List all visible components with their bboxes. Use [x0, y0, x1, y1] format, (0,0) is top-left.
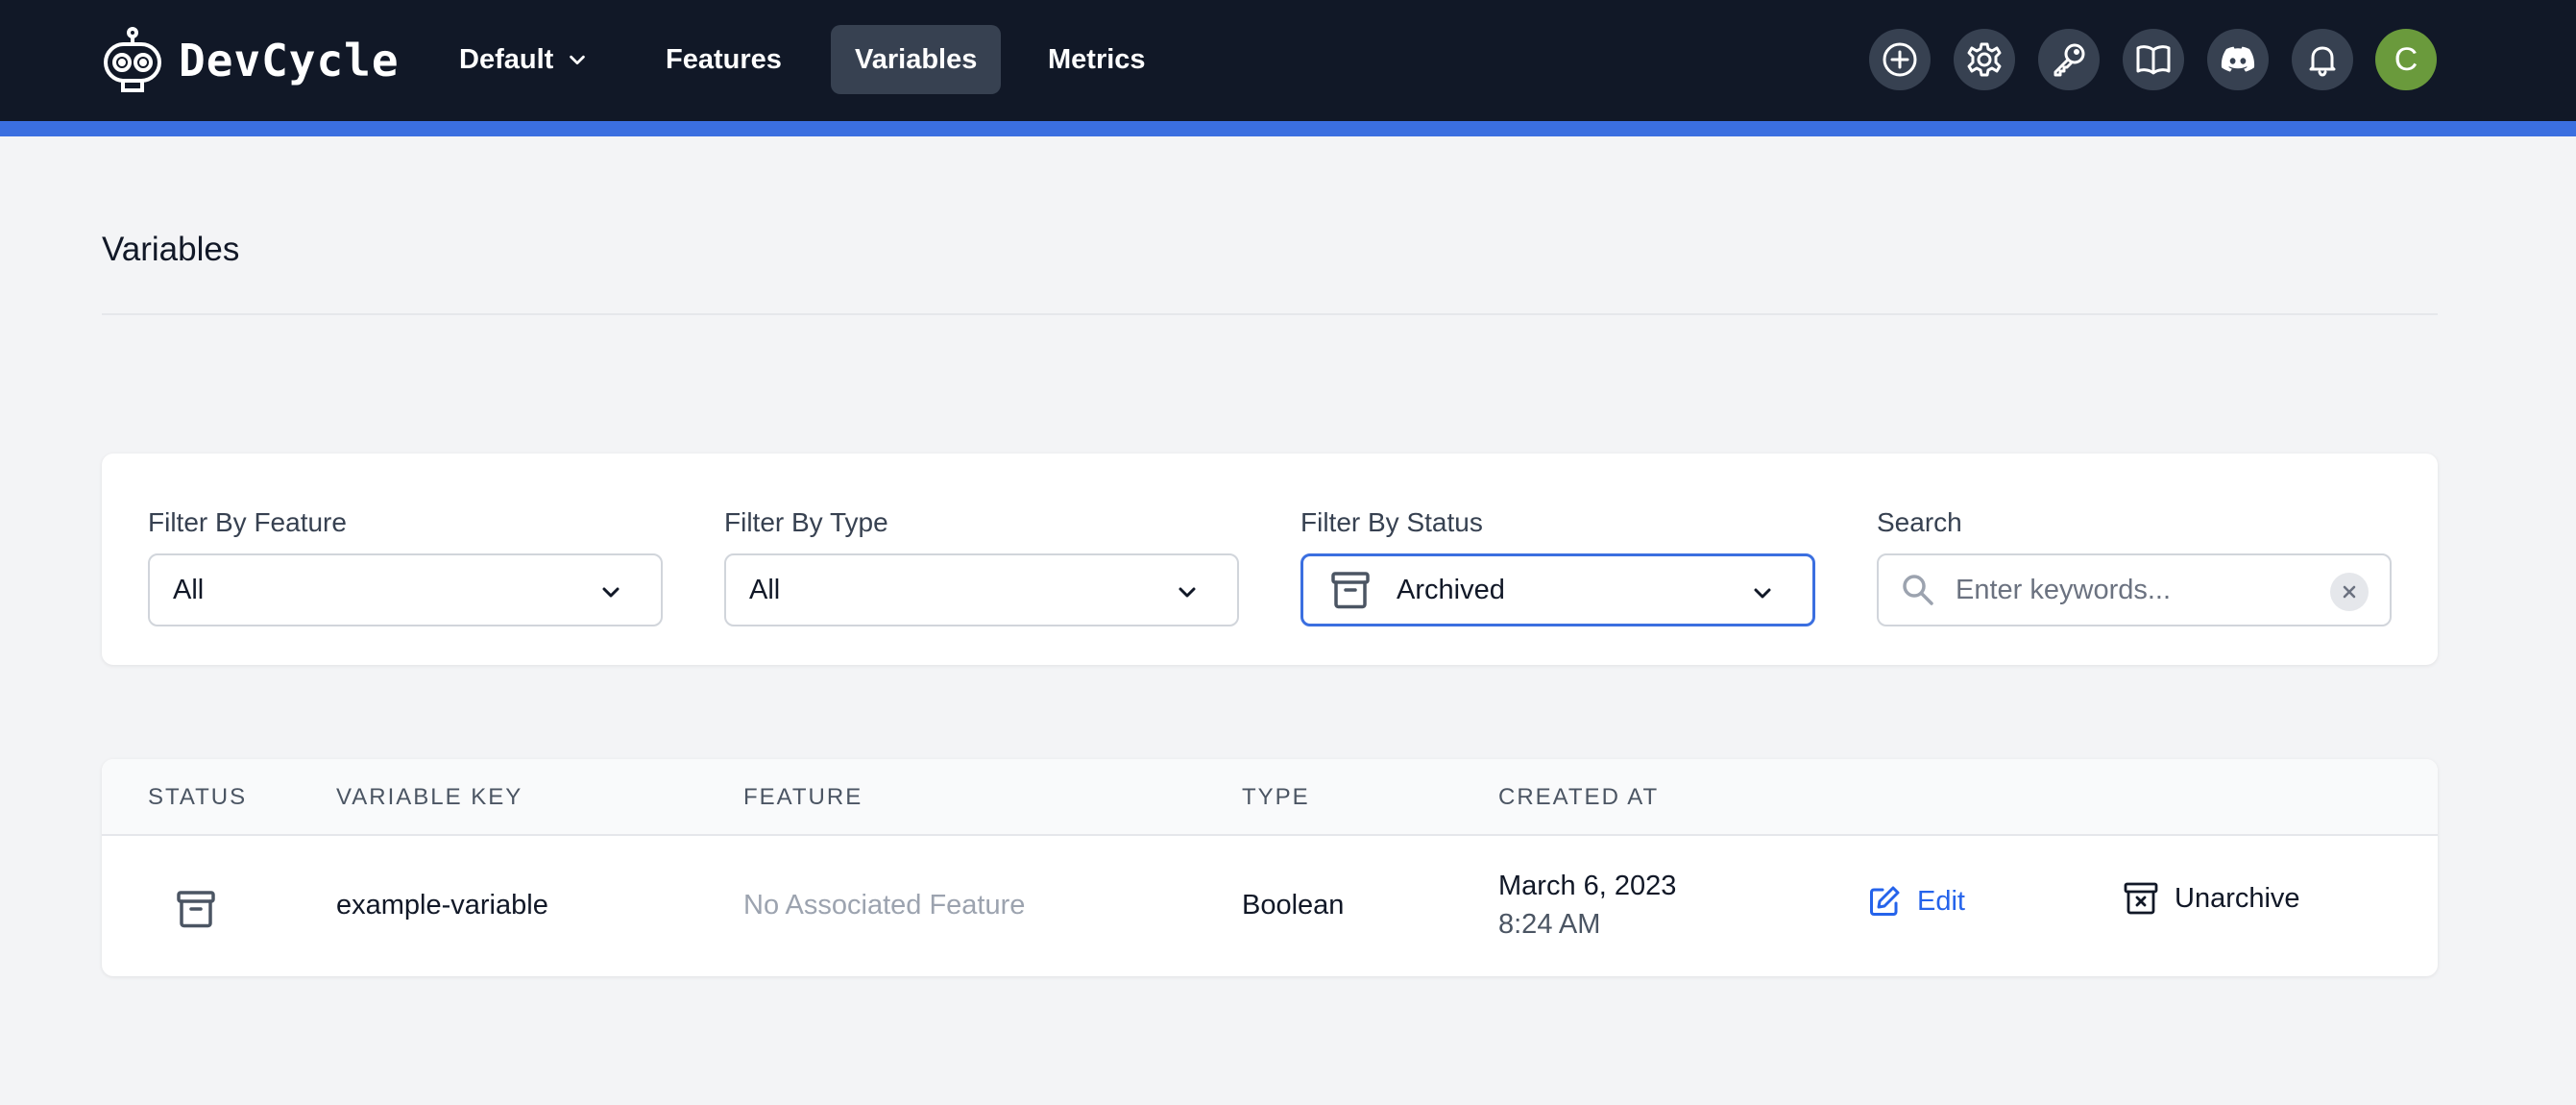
discord-button[interactable]: [2207, 29, 2269, 90]
nav-accent-bar: [0, 121, 2576, 136]
unarchive-button[interactable]: Unarchive: [2123, 880, 2300, 917]
edit-label: Edit: [1917, 885, 1965, 917]
app-name: DevCycle: [179, 35, 400, 86]
search-input[interactable]: [1956, 574, 2321, 606]
table-row: example-variable No Associated Feature B…: [102, 838, 2438, 976]
column-header-created-at: Created At: [1498, 784, 1660, 810]
nav-metrics[interactable]: Metrics: [1024, 25, 1170, 94]
table-header: Status Variable Key Feature Type Created…: [102, 759, 2438, 836]
status-filter-select[interactable]: Archived: [1300, 553, 1815, 626]
chevron-down-icon: [570, 55, 586, 65]
gear-icon: [1967, 42, 2002, 77]
search-label: Search: [1877, 507, 1962, 537]
variable-type: Boolean: [1242, 890, 1345, 921]
unarchive-label: Unarchive: [2175, 882, 2300, 914]
feature-filter-select[interactable]: All: [148, 553, 663, 626]
close-icon: [2343, 585, 2356, 599]
feature-filter: Filter By Feature All: [148, 503, 663, 626]
settings-button[interactable]: [1954, 29, 2015, 90]
column-header-status: Status: [148, 784, 248, 810]
nav-features[interactable]: Features: [642, 25, 806, 94]
created-date: March 6, 2023: [1498, 871, 1677, 901]
created-time: 8:24 AM: [1498, 909, 1601, 940]
column-header-variable-key: Variable Key: [336, 784, 523, 810]
title-divider: [102, 313, 2438, 315]
variable-feature: No Associated Feature: [743, 890, 1026, 921]
search-filter: Search: [1877, 503, 2392, 626]
docs-button[interactable]: [2123, 29, 2184, 90]
unarchive-icon: [2124, 882, 2158, 915]
type-filter-select[interactable]: All: [724, 553, 1239, 626]
nav-variables[interactable]: Variables: [831, 25, 1002, 94]
discord-icon: [2221, 46, 2255, 72]
search-icon: [1903, 575, 1933, 605]
devcycle-logo[interactable]: DevCycle: [102, 27, 400, 94]
feature-filter-value: All: [173, 574, 205, 605]
search-field: [1877, 553, 2392, 626]
notifications-button[interactable]: [2292, 29, 2353, 90]
archive-icon: [177, 891, 215, 928]
clear-search-button[interactable]: [2330, 573, 2369, 611]
archive-icon: [1331, 572, 1370, 609]
column-header-type: Type: [1242, 784, 1310, 810]
plus-circle-icon: [1883, 42, 1917, 77]
variables-table: Status Variable Key Feature Type Created…: [102, 759, 2438, 976]
robot-logo-icon: [104, 27, 161, 92]
type-filter-value: All: [749, 574, 781, 605]
environment-dropdown[interactable]: Default: [435, 25, 612, 94]
type-filter: Filter By Type All: [724, 503, 1239, 626]
environment-label: Default: [459, 43, 554, 75]
edit-button[interactable]: Edit: [1867, 884, 1965, 919]
create-button[interactable]: [1869, 29, 1931, 90]
status-filter-label: Filter By Status: [1300, 507, 1483, 537]
filter-panel: Filter By Feature All Filter By Type All…: [102, 454, 2438, 665]
edit-icon: [1870, 886, 1900, 916]
chevron-down-icon: [1179, 587, 1196, 598]
status-filter-value: Archived: [1397, 574, 1505, 605]
column-header-feature: Feature: [743, 784, 863, 810]
book-open-icon: [2136, 45, 2171, 75]
status-filter: Filter By Status Archived: [1300, 503, 1815, 626]
variable-key[interactable]: example-variable: [336, 890, 548, 921]
user-avatar[interactable]: C: [2375, 29, 2437, 90]
key-icon: [2054, 43, 2085, 77]
top-navigation-bar: DevCycle Default Features Variables Metr…: [0, 0, 2576, 121]
type-filter-label: Filter By Type: [724, 507, 888, 537]
chevron-down-icon: [602, 587, 620, 598]
bell-icon: [2309, 46, 2336, 77]
api-keys-button[interactable]: [2038, 29, 2100, 90]
page-title: Variables: [102, 231, 240, 268]
chevron-down-icon: [1754, 588, 1771, 599]
feature-filter-label: Filter By Feature: [148, 507, 347, 537]
